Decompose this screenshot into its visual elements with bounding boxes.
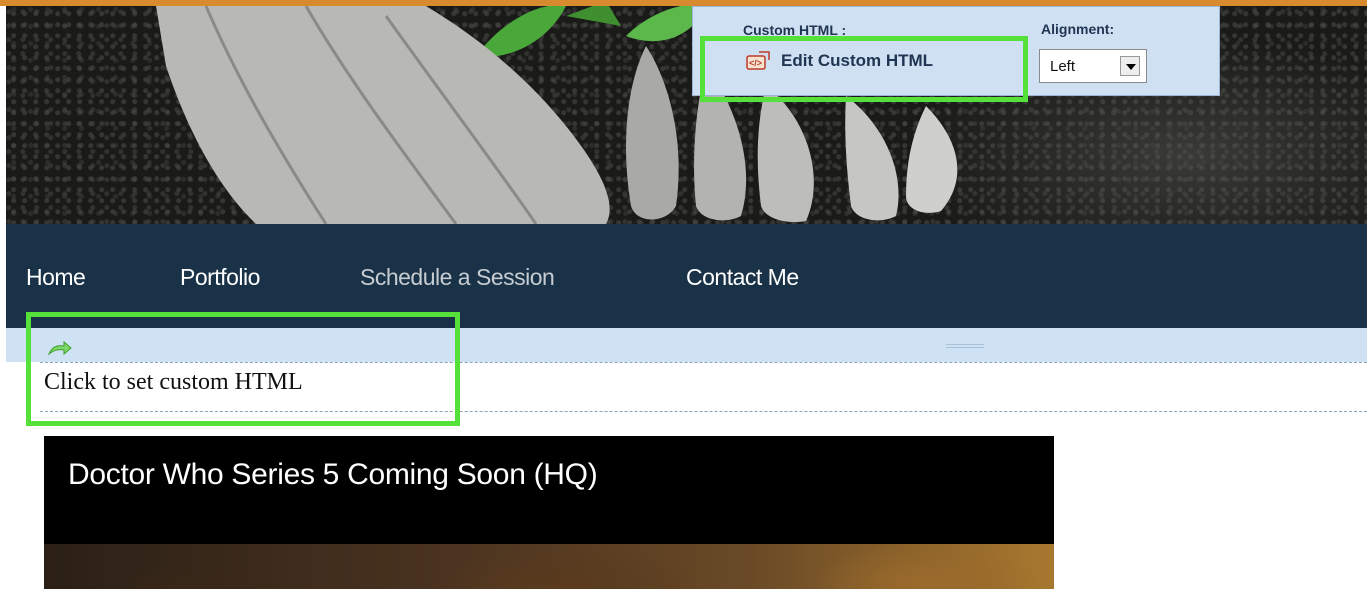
select-arrow-icon[interactable] — [1120, 56, 1140, 76]
nav-item-portfolio[interactable]: Portfolio — [180, 264, 260, 291]
move-arrow-icon[interactable] — [46, 338, 74, 358]
custom-html-block-toolbar — [6, 328, 1367, 362]
drag-grip-handle[interactable] — [946, 344, 984, 348]
svg-text:</>: </> — [749, 58, 762, 68]
custom-html-label: Custom HTML : — [743, 22, 847, 35]
edit-html-icon: </> — [745, 50, 771, 72]
video-embed[interactable]: Doctor Who Series 5 Coming Soon (HQ) — [44, 436, 1054, 589]
alignment-select-value: Left — [1050, 58, 1076, 75]
custom-html-editor-popup: Custom HTML : Alignment: </> Edit Custom… — [692, 6, 1220, 96]
alignment-label: Alignment: — [1041, 21, 1115, 37]
nav-item-schedule-a-session[interactable]: Schedule a Session — [360, 264, 555, 291]
video-thumbnail — [44, 544, 1054, 589]
edit-custom-html-label: Edit Custom HTML — [781, 51, 934, 70]
nav-item-contact-me[interactable]: Contact Me — [686, 264, 799, 291]
nav-item-home[interactable]: Home — [26, 264, 86, 291]
alignment-select[interactable]: Left — [1039, 49, 1147, 83]
custom-html-placeholder[interactable]: Click to set custom HTML — [44, 369, 303, 396]
edit-custom-html-button[interactable]: </> Edit Custom HTML — [745, 50, 933, 72]
site-nav-bar: Home Portfolio Schedule a Session Contac… — [6, 224, 1367, 328]
video-title: Doctor Who Series 5 Coming Soon (HQ) — [68, 458, 598, 491]
